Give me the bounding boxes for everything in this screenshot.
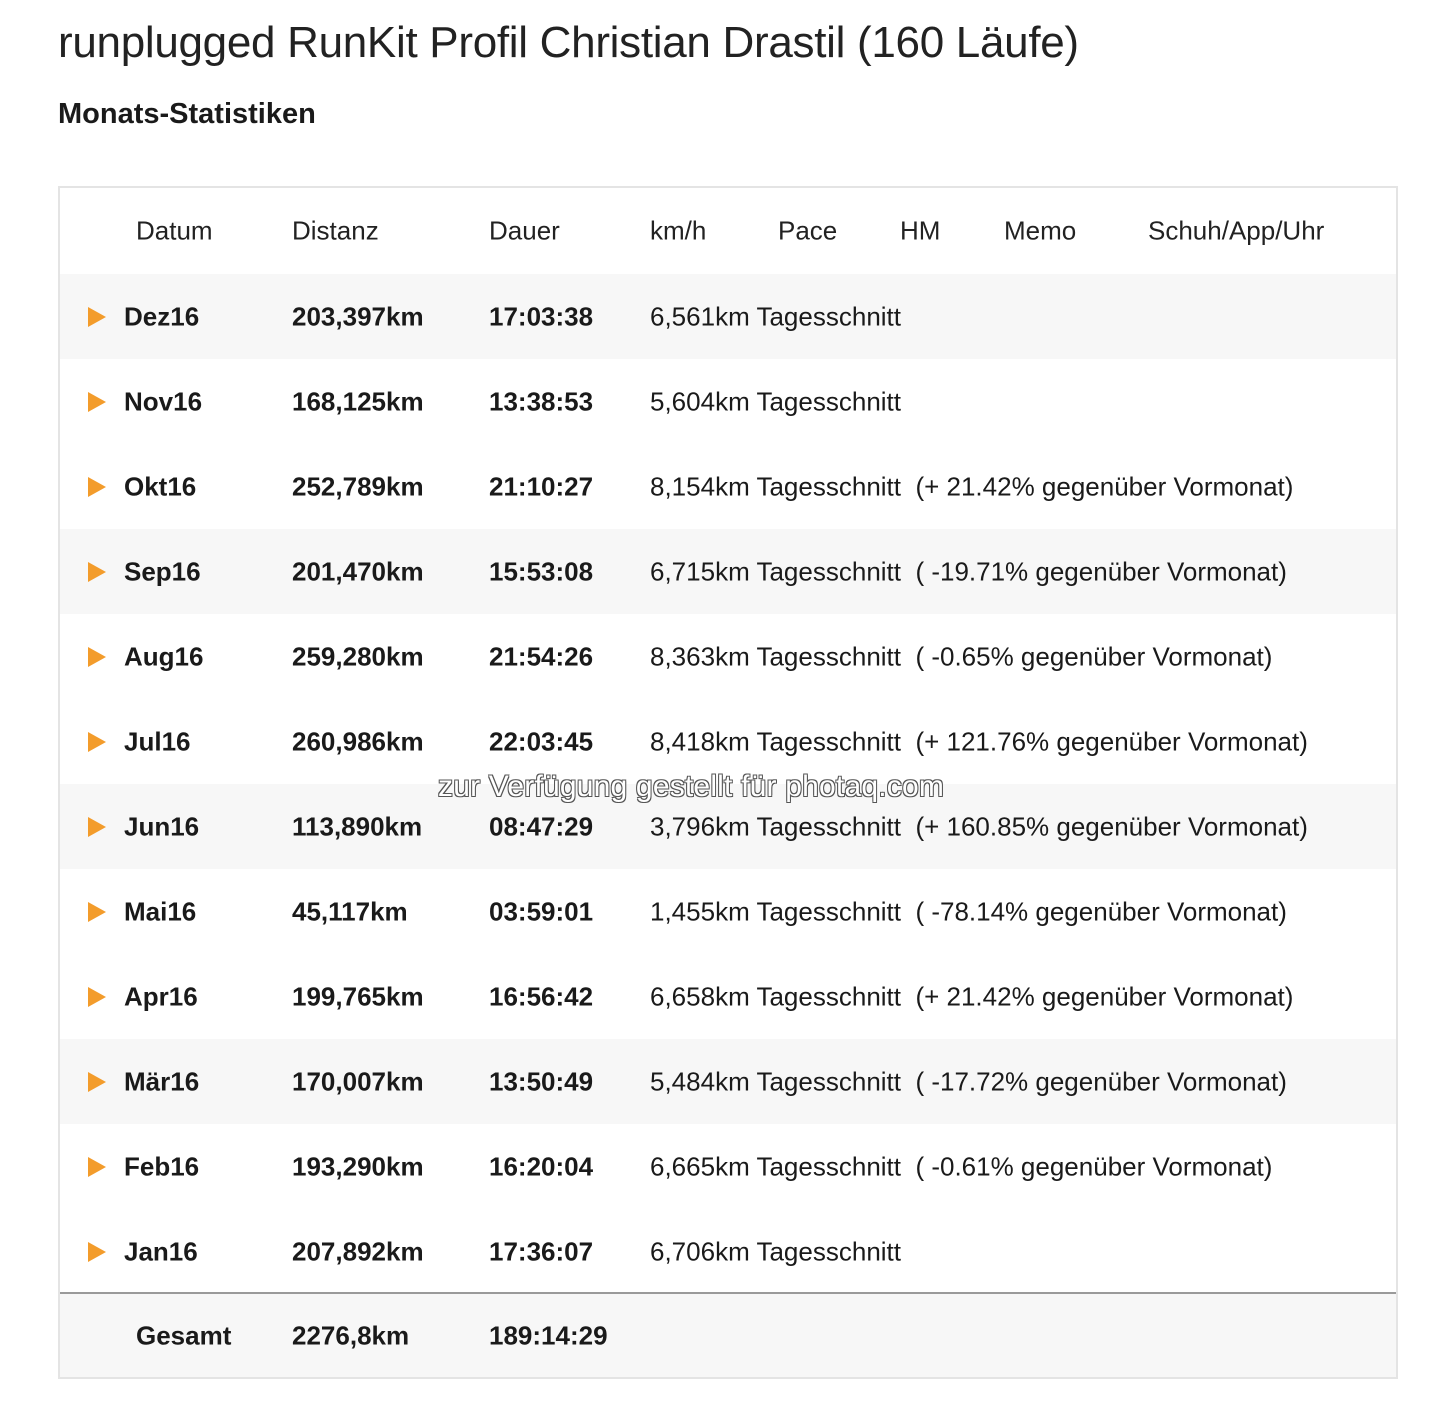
row-duration: 15:53:08 [489,556,594,586]
column-header-kmh[interactable]: km/h [650,215,706,246]
table-row[interactable]: Mär16 170,007km 13:50:49 5,484km Tagesschni… [60,1039,1396,1124]
row-distance: 168,125km [292,386,424,416]
row-month: Nov16 [124,386,203,416]
table-row[interactable]: Okt16 252,789km 21:10:27 8,154km Tagesschni… [60,444,1396,529]
triangle-right-icon[interactable] [88,986,106,1007]
row-daily-average: 8,154km Tagesschnitt (+ 21.42% gegenüber… [650,471,1294,501]
table-row[interactable]: Sep16 201,470km 15:53:08 6,715km Tagesschni… [60,529,1396,614]
row-distance: 207,892km [292,1236,424,1266]
triangle-right-icon[interactable] [88,731,106,752]
triangle-right-icon[interactable] [88,561,106,582]
row-duration: 17:03:38 [489,301,594,331]
row-distance: 113,890km [292,811,423,841]
table-row[interactable]: Dez16 203,397km 17:03:38 6,561km Tagesschni… [60,274,1396,359]
triangle-right-icon[interactable] [88,476,106,497]
table-row[interactable]: Aug16 259,280km 21:54:26 8,363km Tagesschni… [60,614,1396,699]
row-distance: 45,117km [292,896,408,926]
row-daily-average: 6,561km Tagesschnitt [650,301,901,331]
row-month: Mär16 [124,1066,200,1096]
row-month: Jan16 [124,1236,198,1266]
row-daily-average: 5,484km Tagesschnitt ( -17.72% gegenüber… [650,1066,1287,1096]
triangle-right-icon[interactable] [88,391,106,412]
row-month: Dez16 [124,301,200,331]
row-duration: 21:10:27 [489,471,594,501]
row-duration: 16:56:42 [489,981,594,1011]
total-label: Gesamt [136,1320,232,1350]
column-header-distanz[interactable]: Distanz [292,215,379,246]
row-distance: 193,290km [292,1151,424,1181]
row-daily-average: 1,455km Tagesschnitt ( -78.14% gegenüber… [650,896,1287,926]
row-duration: 08:47:29 [489,811,594,841]
row-distance: 252,789km [292,471,424,501]
table-row[interactable]: Nov16 168,125km 13:38:53 5,604km Tagesschni… [60,359,1396,444]
table-total-row: Gesamt 2276,8km 189:14:29 [60,1292,1396,1377]
table-row[interactable]: Jan16 207,892km 17:36:07 6,706km Tagesschni… [60,1209,1396,1294]
row-distance: 201,470km [292,556,424,586]
row-distance: 259,280km [292,641,424,671]
row-daily-average: 6,715km Tagesschnitt ( -19.71% gegenüber… [650,556,1287,586]
watermark: zur Verfügung gestellt für photaq.com [438,770,945,803]
total-duration: 189:14:29 [489,1320,608,1350]
row-distance: 203,397km [292,301,424,331]
table-row[interactable]: Mai16 45,117km 03:59:01 1,455km Tagesschnit… [60,869,1396,954]
row-month: Mai16 [124,896,197,926]
row-month: Apr16 [124,981,198,1011]
row-daily-average: 3,796km Tagesschnitt (+ 160.85% gegenübe… [650,811,1308,841]
row-duration: 21:54:26 [489,641,594,671]
table-header-row: Datum Distanz Dauer km/h Pace HM Memo Sc… [60,188,1396,273]
total-distance: 2276,8km [292,1320,410,1350]
page-title: runplugged RunKit Profil Christian Drast… [58,18,1079,67]
row-month: Feb16 [124,1151,200,1181]
column-header-dauer[interactable]: Dauer [489,215,560,246]
row-daily-average: 6,706km Tagesschnitt [650,1236,901,1266]
triangle-right-icon[interactable] [88,1071,106,1092]
row-month: Jul16 [124,726,191,756]
row-month: Aug16 [124,641,204,671]
triangle-right-icon[interactable] [88,1241,106,1262]
column-header-datum[interactable]: Datum [136,215,213,246]
row-duration: 22:03:45 [489,726,594,756]
triangle-right-icon[interactable] [88,646,106,667]
column-header-pace[interactable]: Pace [778,215,837,246]
table-row[interactable]: Apr16 199,765km 16:56:42 6,658km Tagesschni… [60,954,1396,1039]
column-header-schuh-app-uhr[interactable]: Schuh/App/Uhr [1148,215,1324,246]
row-daily-average: 5,604km Tagesschnitt [650,386,901,416]
row-daily-average: 6,665km Tagesschnitt ( -0.61% gegenüber … [650,1151,1273,1181]
triangle-right-icon[interactable] [88,306,106,327]
row-month: Sep16 [124,556,201,586]
row-duration: 03:59:01 [489,896,594,926]
column-header-memo[interactable]: Memo [1004,215,1076,246]
row-daily-average: 6,658km Tagesschnitt (+ 21.42% gegenüber… [650,981,1294,1011]
row-duration: 13:38:53 [489,386,594,416]
row-duration: 13:50:49 [489,1066,594,1096]
triangle-right-icon[interactable] [88,1156,106,1177]
row-distance: 170,007km [292,1066,424,1096]
triangle-right-icon[interactable] [88,816,106,837]
table-row[interactable]: Feb16 193,290km 16:20:04 6,665km Tagesschni… [60,1124,1396,1209]
section-title: Monats-Statistiken [58,98,316,130]
row-distance: 260,986km [292,726,424,756]
row-duration: 17:36:07 [489,1236,594,1266]
row-daily-average: 8,418km Tagesschnitt (+ 121.76% gegenübe… [650,726,1308,756]
row-daily-average: 8,363km Tagesschnitt ( -0.65% gegenüber … [650,641,1273,671]
row-distance: 199,765km [292,981,424,1011]
row-duration: 16:20:04 [489,1151,594,1181]
triangle-right-icon[interactable] [88,901,106,922]
row-month: Jun16 [124,811,200,841]
column-header-hm[interactable]: HM [900,215,940,246]
row-month: Okt16 [124,471,197,501]
